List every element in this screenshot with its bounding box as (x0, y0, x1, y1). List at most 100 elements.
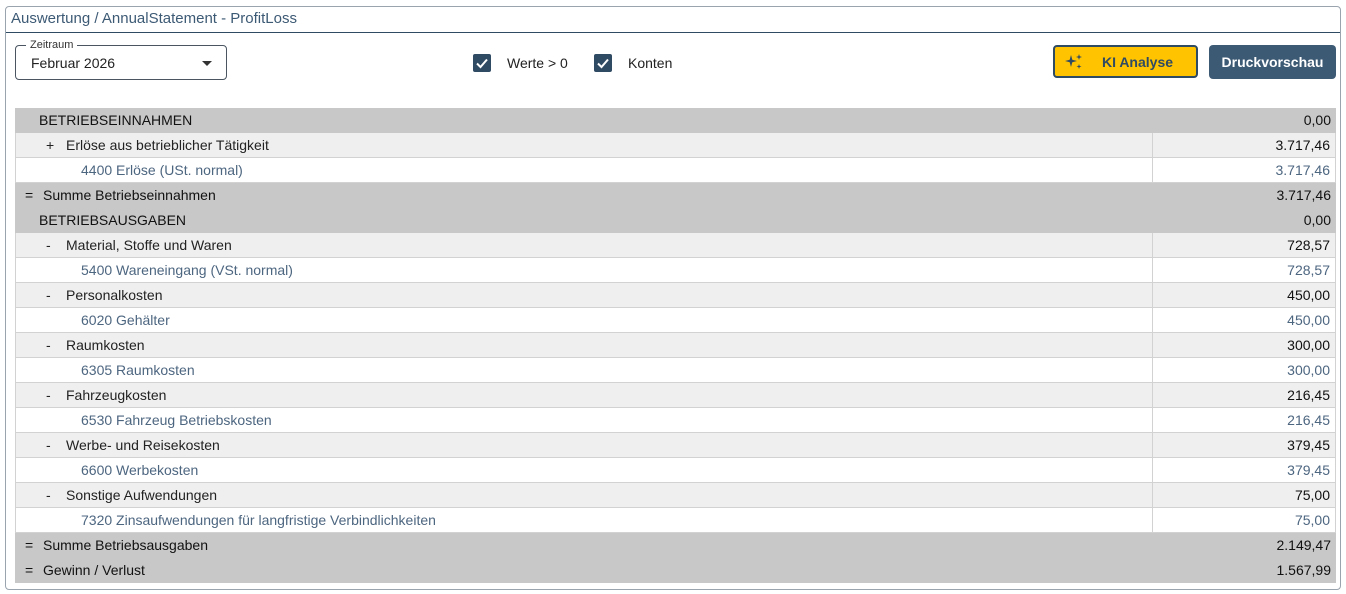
row-label: = Summe Betriebsausgaben (15, 533, 1153, 558)
row-text: Gewinn / Verlust (43, 562, 145, 578)
row-label: + Erlöse aus betrieblicher Tätigkeit (16, 133, 1152, 157)
row-amount: 3.717,46 (1152, 133, 1335, 157)
row-label: BETRIEBSEINNAHMEN (15, 108, 1153, 133)
profit-loss-table: BETRIEBSEINNAHMEN 0,00 + Erlöse aus betrieb… (15, 108, 1336, 583)
toolbar: Zeitraum Februar 2026 Werte > 0 Konten K… (6, 33, 1340, 93)
values-greater-zero-checkbox[interactable]: Werte > 0 (473, 53, 568, 73)
table-row: - Sonstige Aufwendungen 75,00 (15, 483, 1336, 508)
page-title: Auswertung / AnnualStatement - ProfitLos… (6, 7, 1340, 33)
table-row: BETRIEBSAUSGABEN 0,00 (15, 208, 1336, 233)
table-row[interactable]: 6305 Raumkosten 300,00 (15, 358, 1336, 383)
checkmark-icon (473, 54, 491, 72)
row-amount: 216,45 (1152, 408, 1335, 432)
table-row[interactable]: 6600 Werbekosten 379,45 (15, 458, 1336, 483)
row-amount: 0,00 (1303, 212, 1331, 228)
row-label: = Gewinn / Verlust (15, 558, 1153, 583)
table-row[interactable]: 5400 Wareneingang (VSt. normal) 728,57 (15, 258, 1336, 283)
row-text: Sonstige Aufwendungen (66, 487, 218, 503)
table-row: = Summe Betriebsausgaben 2.149,47 (15, 533, 1336, 558)
row-label: 6305 Raumkosten (16, 358, 1152, 382)
row-label: 5400 Wareneingang (VSt. normal) (16, 258, 1152, 282)
table-row: - Fahrzeugkosten 216,45 (15, 383, 1336, 408)
row-amount: 2.149,47 (1276, 537, 1332, 553)
row-label: - Material, Stoffe und Waren (16, 233, 1152, 257)
row-amount: 1.567,99 (1276, 562, 1332, 578)
row-text: 6530 Fahrzeug Betriebskosten (81, 412, 272, 428)
ai-analysis-button[interactable]: KI Analyse (1053, 45, 1198, 78)
row-sign: = (25, 187, 34, 203)
table-row: - Werbe- und Reisekosten 379,45 (15, 433, 1336, 458)
row-text: BETRIEBSAUSGABEN (39, 212, 187, 228)
ai-analysis-label: KI Analyse (1101, 53, 1174, 70)
row-label: 6600 Werbekosten (16, 458, 1152, 482)
report-panel: Auswertung / AnnualStatement - ProfitLos… (5, 6, 1341, 590)
row-label: - Raumkosten (16, 333, 1152, 357)
row-label: - Sonstige Aufwendungen (16, 483, 1152, 507)
row-amount: 3.717,46 (1276, 187, 1332, 203)
table-row: + Erlöse aus betrieblicher Tätigkeit 3.717… (15, 133, 1336, 158)
row-label: BETRIEBSAUSGABEN (15, 208, 1153, 233)
row-sign: - (46, 387, 51, 403)
row-text: Summe Betriebseinnahmen (43, 187, 216, 203)
row-text: Material, Stoffe und Waren (66, 237, 232, 253)
row-text: Summe Betriebsausgaben (43, 537, 208, 553)
table-row: = Summe Betriebseinnahmen 3.717,46 (15, 183, 1336, 208)
row-sign: - (46, 237, 51, 253)
values-greater-zero-label: Werte > 0 (507, 55, 568, 71)
table-row[interactable]: 6020 Gehälter 450,00 (15, 308, 1336, 333)
row-amount: 450,00 (1152, 283, 1335, 307)
period-value: Februar 2026 (31, 55, 116, 71)
row-sign: = (25, 562, 34, 578)
row-amount: 450,00 (1152, 308, 1335, 332)
checkmark-icon (594, 54, 612, 72)
table-row: - Material, Stoffe und Waren 728,57 (15, 233, 1336, 258)
row-amount: 379,45 (1152, 458, 1335, 482)
period-select[interactable]: Zeitraum Februar 2026 (15, 38, 227, 80)
table-row: BETRIEBSEINNAHMEN 0,00 (15, 108, 1336, 133)
row-amount: 379,45 (1152, 433, 1335, 457)
row-label: - Fahrzeugkosten (16, 383, 1152, 407)
row-amount: 300,00 (1152, 358, 1335, 382)
row-text: 6020 Gehälter (81, 312, 170, 328)
accounts-label: Konten (628, 55, 673, 71)
row-sign: - (46, 437, 51, 453)
row-text: 5400 Wareneingang (VSt. normal) (81, 262, 293, 278)
row-amount: 728,57 (1152, 258, 1335, 282)
row-text: 7320 Zinsaufwendungen für langfristige V… (81, 512, 436, 528)
row-amount: 728,57 (1152, 233, 1335, 257)
period-label: Zeitraum (26, 38, 78, 52)
row-amount: 0,00 (1303, 112, 1331, 128)
row-sign: = (25, 537, 34, 553)
row-text: Fahrzeugkosten (66, 387, 167, 403)
row-text: Personalkosten (66, 287, 163, 303)
row-sign: - (46, 337, 51, 353)
row-sign: - (46, 487, 51, 503)
row-label: = Summe Betriebseinnahmen (15, 183, 1153, 208)
table-row[interactable]: 6530 Fahrzeug Betriebskosten 216,45 (15, 408, 1336, 433)
table-row: - Personalkosten 450,00 (15, 283, 1336, 308)
row-amount: 300,00 (1152, 333, 1335, 357)
row-text: BETRIEBSEINNAHMEN (39, 112, 193, 128)
table-row[interactable]: 4400 Erlöse (USt. normal) 3.717,46 (15, 158, 1336, 183)
chevron-down-icon (202, 61, 212, 66)
print-preview-button[interactable]: Druckvorschau (1209, 45, 1336, 79)
row-amount: 216,45 (1152, 383, 1335, 407)
row-text: 4400 Erlöse (USt. normal) (81, 162, 243, 178)
table-row: = Gewinn / Verlust 1.567,99 (15, 558, 1336, 583)
row-label: - Werbe- und Reisekosten (16, 433, 1152, 457)
sparkle-icon (1064, 53, 1082, 69)
row-text: Erlöse aus betrieblicher Tätigkeit (66, 137, 269, 153)
row-text: Raumkosten (66, 337, 145, 353)
row-label: 6530 Fahrzeug Betriebskosten (16, 408, 1152, 432)
table-row: - Raumkosten 300,00 (15, 333, 1336, 358)
row-amount: 75,00 (1152, 508, 1335, 532)
row-text: 6305 Raumkosten (81, 362, 195, 378)
accounts-checkbox[interactable]: Konten (594, 53, 672, 73)
row-label: 4400 Erlöse (USt. normal) (16, 158, 1152, 182)
row-text: 6600 Werbekosten (81, 462, 199, 478)
row-text: Werbe- und Reisekosten (66, 437, 220, 453)
row-amount: 3.717,46 (1152, 158, 1335, 182)
row-label: 7320 Zinsaufwendungen für langfristige V… (16, 508, 1152, 532)
table-row[interactable]: 7320 Zinsaufwendungen für langfristige V… (15, 508, 1336, 533)
row-sign: + (46, 137, 55, 153)
